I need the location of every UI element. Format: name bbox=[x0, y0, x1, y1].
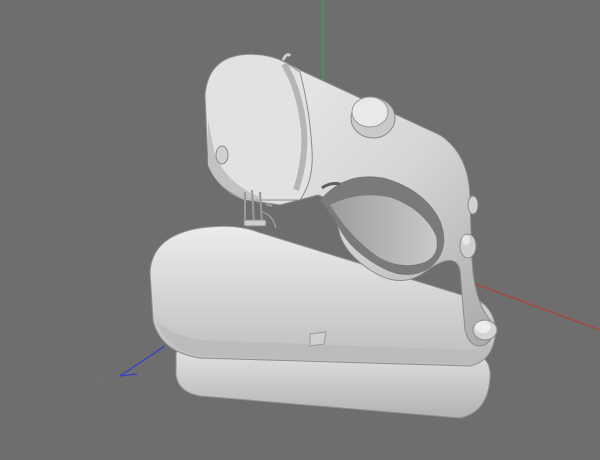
presser-foot bbox=[243, 219, 267, 227]
accessory-slot bbox=[309, 331, 327, 347]
tension-dial-icon[interactable] bbox=[350, 96, 396, 139]
handwheel-icon[interactable] bbox=[472, 319, 498, 341]
side-light-cap bbox=[215, 145, 229, 165]
3d-viewport[interactable] bbox=[0, 0, 600, 460]
stitch-selector-icon[interactable] bbox=[459, 233, 477, 259]
reverse-button-icon[interactable] bbox=[467, 195, 479, 215]
viewport-canvas[interactable] bbox=[0, 0, 600, 460]
